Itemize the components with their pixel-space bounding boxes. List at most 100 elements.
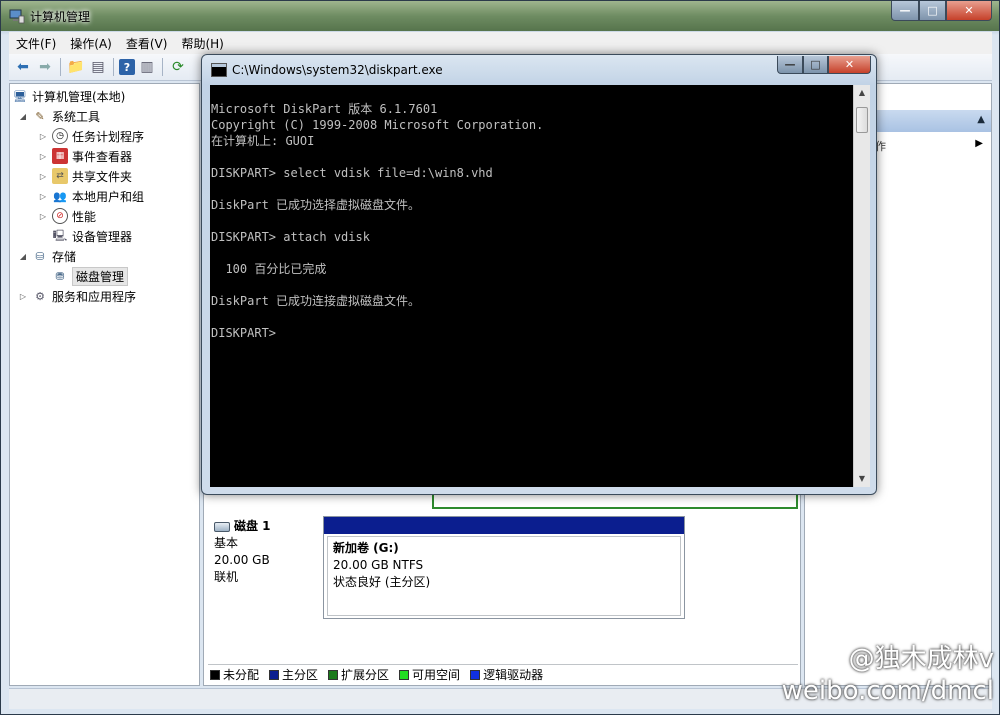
console-minimize-button[interactable]: — — [777, 56, 803, 74]
legend-label: 未分配 — [223, 668, 260, 682]
tree-item-services-apps[interactable]: ▷ ⚙ 服务和应用程序 — [18, 286, 136, 306]
legend-swatch — [470, 669, 481, 680]
minimize-button[interactable]: — — [891, 1, 919, 21]
show-hide-action-pane-icon[interactable]: ▥ — [137, 57, 157, 77]
volume-details[interactable]: 新加卷 (G:) 20.00 GB NTFS 状态良好 (主分区) — [327, 536, 681, 616]
title-bar[interactable]: 计算机管理 — □ ✕ — [1, 1, 999, 31]
tree-item-disk-management[interactable]: ⛃ 磁盘管理 — [38, 266, 129, 286]
expand-arrow-icon[interactable]: ▷ — [38, 212, 48, 221]
collapse-arrow-icon[interactable]: ◢ — [18, 112, 28, 121]
console-caption-buttons: — □ ✕ — [777, 56, 871, 74]
legend-swatch — [399, 669, 410, 680]
tree-item-label: 共享文件夹 — [72, 169, 133, 184]
toolbar-divider — [162, 58, 163, 76]
disk-info[interactable]: 磁盘 1 基本 20.00 GB 联机 — [214, 518, 324, 586]
console-screen[interactable]: Microsoft DiskPart 版本 6.1.7601 Copyright … — [210, 85, 853, 487]
legend-swatch — [269, 669, 280, 680]
collapse-up-icon[interactable]: ▲ — [977, 114, 985, 125]
tree-item-label: 性能 — [72, 209, 97, 224]
console-line: Copyright (C) 1999-2008 Microsoft Corpor… — [211, 118, 544, 132]
legend-label: 主分区 — [282, 668, 319, 682]
expand-arrow-icon[interactable]: ▷ — [38, 192, 48, 201]
diskpart-console-window[interactable]: C:\Windows\system32\diskpart.exe — □ ✕ M… — [201, 54, 877, 495]
device-manager-icon: 🖳 — [52, 228, 68, 242]
menu-bar: 文件(F) 操作(A) 查看(V) 帮助(H) — [9, 32, 992, 54]
tree-item-label: 计算机管理(本地) — [32, 89, 126, 104]
console-line: DISKPART> — [211, 326, 277, 340]
console-close-button[interactable]: ✕ — [828, 56, 871, 74]
volume-name: 新加卷 (G:) — [333, 541, 399, 555]
forward-arrow-icon[interactable]: ➡ — [35, 57, 55, 77]
console-line: DiskPart 已成功连接虚拟磁盘文件。 — [211, 294, 421, 308]
menu-file[interactable]: 文件(F) — [9, 35, 63, 52]
close-button[interactable]: ✕ — [946, 1, 992, 21]
menu-view[interactable]: 查看(V) — [119, 35, 175, 52]
clock-icon: ◷ — [52, 128, 68, 144]
console-scrollbar[interactable]: ▲ ▼ — [853, 85, 870, 487]
shared-folder-icon: ⇄ — [52, 168, 68, 184]
back-arrow-icon[interactable]: ⬅ — [13, 57, 33, 77]
scroll-down-arrow-icon[interactable]: ▼ — [854, 471, 870, 487]
tree-item-shared-folders[interactable]: ▷ ⇄ 共享文件夹 — [38, 166, 132, 186]
expand-arrow-icon[interactable]: ▷ — [38, 132, 48, 141]
volume-size-fs: 20.00 GB NTFS — [333, 558, 424, 572]
tree-item-label: 系统工具 — [52, 109, 101, 124]
scroll-up-arrow-icon[interactable]: ▲ — [854, 85, 870, 101]
refresh-icon[interactable]: ⟳ — [168, 57, 188, 77]
tree-item-label: 磁盘管理 — [72, 266, 129, 286]
tree-item-system-tools[interactable]: ◢ ✎ 系统工具 — [18, 106, 100, 126]
tree-item-storage[interactable]: ◢ ⛁ 存储 — [18, 246, 76, 266]
tree-item-label: 事件查看器 — [72, 149, 133, 164]
disk-title: 磁盘 1 — [234, 519, 271, 533]
tree-item-event-viewer[interactable]: ▷ ▦ 事件查看器 — [38, 146, 132, 166]
tree-item-local-users[interactable]: ▷ 👥 本地用户和组 — [38, 186, 144, 206]
maximize-button[interactable]: □ — [919, 1, 946, 21]
services-icon: ⚙ — [35, 289, 45, 303]
menu-action[interactable]: 操作(A) — [63, 35, 119, 52]
disk-row[interactable]: 磁盘 1 基本 20.00 GB 联机 新加卷 (G:) 20.00 GB NT… — [206, 514, 800, 624]
tree-item-task-scheduler[interactable]: ▷ ◷ 任务计划程序 — [38, 126, 144, 146]
expand-arrow-icon[interactable]: ▷ — [18, 292, 28, 301]
caption-buttons: — □ ✕ — [891, 1, 992, 21]
tree-item-performance[interactable]: ▷ ⊘ 性能 — [38, 206, 96, 226]
toolbar-divider — [60, 58, 61, 76]
collapse-arrow-icon[interactable]: ◢ — [18, 252, 28, 261]
tools-icon: ✎ — [35, 109, 45, 123]
disk-management-icon: ⛃ — [55, 269, 65, 283]
console-title: C:\Windows\system32\diskpart.exe — [232, 63, 443, 77]
legend-swatch — [210, 669, 220, 680]
scrollbar-thumb[interactable] — [856, 107, 868, 133]
legend-extended: 扩展分区 — [328, 666, 389, 683]
expand-arrow-icon[interactable]: ▷ — [38, 152, 48, 161]
computer-management-icon — [9, 9, 25, 24]
expand-arrow-icon[interactable]: ▷ — [38, 172, 48, 181]
window-title: 计算机管理 — [30, 10, 91, 24]
disk-icon — [214, 521, 230, 532]
tree-item-computer-management[interactable]: 🖥 计算机管理(本地) — [12, 86, 125, 106]
legend-free-space: 可用空间 — [399, 666, 460, 683]
console-tree: 🖥 计算机管理(本地) ◢ ✎ 系统工具 ▷ ◷ 任务计划程序 ▷ ▦ 事件查看… — [9, 83, 200, 686]
legend-unallocated: 未分配 — [210, 666, 259, 683]
up-folder-icon[interactable]: 📁 — [66, 57, 86, 77]
menu-help[interactable]: 帮助(H) — [174, 35, 230, 52]
tree-item-label: 存储 — [52, 249, 77, 264]
tree-item-label: 服务和应用程序 — [52, 289, 137, 304]
show-hide-tree-icon[interactable]: ▤ — [88, 57, 108, 77]
users-icon: 👥 — [53, 189, 67, 203]
volume-block[interactable]: 新加卷 (G:) 20.00 GB NTFS 状态良好 (主分区) — [323, 516, 685, 619]
computer-management-icon: 🖥 — [13, 89, 27, 103]
watermark: @独木成林v weibo.com/dmcl — [782, 643, 994, 707]
console-maximize-button[interactable]: □ — [803, 56, 828, 74]
console-line: DISKPART> attach vdisk — [211, 230, 370, 244]
help-icon[interactable]: ? — [119, 59, 135, 75]
console-line: 在计算机上: GUOI — [211, 134, 315, 148]
performance-icon: ⊘ — [52, 208, 68, 224]
watermark-handle: @独木成林v — [848, 644, 994, 674]
primary-partition-bar — [324, 517, 684, 534]
tree-item-device-manager[interactable]: 🖳 设备管理器 — [38, 226, 132, 246]
submenu-arrow-icon[interactable]: ▶ — [975, 138, 983, 149]
